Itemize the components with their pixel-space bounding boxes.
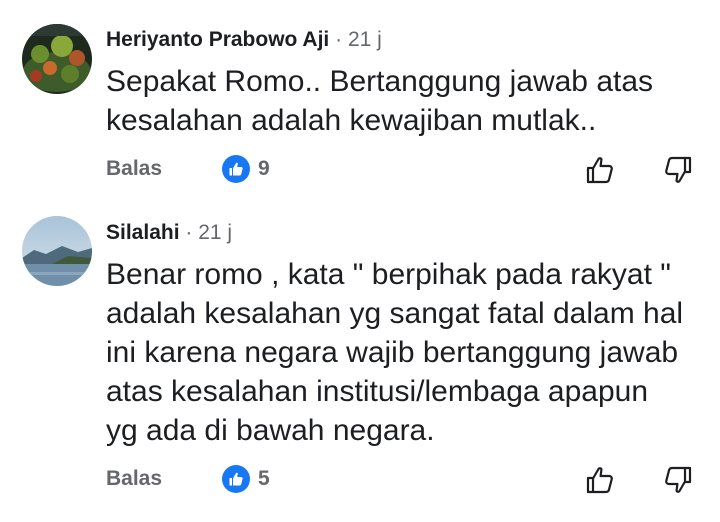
- comment-text: Benar romo , kata " berpihak pada rakyat…: [106, 255, 706, 450]
- thumbs-up-badge-icon[interactable]: [222, 155, 250, 183]
- timestamp[interactable]: 21 j: [348, 28, 382, 51]
- reply-button[interactable]: Balas: [106, 467, 162, 491]
- author-name[interactable]: Silalahi: [106, 221, 180, 244]
- comment-text-line: kesalahan adalah kewajiban mutlak..: [106, 104, 597, 137]
- like-count[interactable]: 5: [258, 467, 270, 491]
- meta-separator: ·: [179, 221, 199, 244]
- avatar[interactable]: [22, 216, 92, 286]
- thumbs-down-outline-icon[interactable]: [660, 152, 696, 188]
- comment-text-line: adalah kesalahan yg sangat fatal dalam h…: [106, 297, 684, 330]
- thumbs-up-badge-icon[interactable]: [222, 465, 250, 493]
- like-count[interactable]: 9: [258, 157, 270, 181]
- comment-text-line: Benar romo , kata " berpihak pada rakyat…: [106, 258, 671, 291]
- comment-text-line: Sepakat Romo.. Bertanggung jawab atas: [106, 65, 654, 98]
- author-name[interactable]: Heriyanto Prabowo Aji: [106, 28, 329, 51]
- comment-text-line: yg ada di bawah negara.: [106, 414, 435, 447]
- timestamp[interactable]: 21 j: [198, 221, 232, 244]
- avatar[interactable]: [22, 24, 92, 94]
- comment-text: Sepakat Romo.. Bertanggung jawab atas ke…: [106, 62, 706, 140]
- comment-header: Silalahi · 21 j: [106, 220, 232, 246]
- meta-separator: ·: [329, 28, 348, 51]
- thumbs-down-outline-icon[interactable]: [660, 462, 696, 498]
- reply-button[interactable]: Balas: [106, 157, 162, 181]
- thumbs-up-outline-icon[interactable]: [582, 152, 618, 188]
- comment-text-line: ini karena negara wajib bertanggung jawa…: [106, 336, 679, 369]
- comment-header: Heriyanto Prabowo Aji · 21 j: [106, 27, 382, 53]
- thumbs-up-outline-icon[interactable]: [582, 462, 618, 498]
- comment-text-line: atas kesalahan institusi/lembaga apapun: [106, 375, 649, 408]
